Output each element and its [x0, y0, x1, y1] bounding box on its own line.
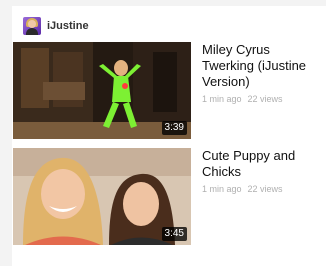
video-age-1: 1 min ago: [202, 94, 242, 104]
channel-header[interactable]: iJustine: [23, 16, 89, 36]
video-thumbnail-2[interactable]: 3:45: [13, 148, 191, 245]
video-title-1[interactable]: Miley Cyrus Twerking (iJustine Version): [202, 42, 322, 90]
video-item-1[interactable]: 3:39 Miley Cyrus Twerking (iJustine Vers…: [13, 42, 306, 139]
video-meta-1: 1 min ago 22 views: [202, 94, 322, 104]
video-item-2[interactable]: 3:45 Cute Puppy and Chicks 1 min ago 22 v…: [13, 148, 295, 245]
video-duration-2: 3:45: [161, 227, 187, 241]
video-thumbnail-1[interactable]: 3:39: [13, 42, 191, 139]
video-duration-1: 3:39: [161, 121, 187, 135]
video-views-2: 22 views: [247, 184, 283, 194]
video-meta-2: 1 min ago 22 views: [202, 184, 322, 194]
channel-name[interactable]: iJustine: [47, 20, 89, 32]
video-age-2: 1 min ago: [202, 184, 242, 194]
channel-avatar[interactable]: [23, 17, 41, 35]
channel-feed-card: iJustine 3:39 Miley Cyrus Twerking (iJus…: [12, 6, 326, 266]
video-info-2: Cute Puppy and Chicks 1 min ago 22 views: [202, 148, 322, 194]
video-views-1: 22 views: [247, 94, 283, 104]
video-title-2[interactable]: Cute Puppy and Chicks: [202, 148, 322, 180]
video-info-1: Miley Cyrus Twerking (iJustine Version) …: [202, 42, 322, 104]
